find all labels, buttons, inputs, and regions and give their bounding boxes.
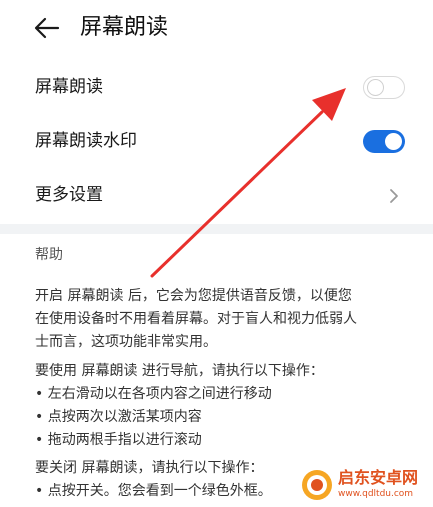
help-text-line: 士而言，这项功能非常实用。 <box>35 334 217 350</box>
chevron-right-icon <box>390 189 398 203</box>
back-arrow-icon[interactable] <box>34 16 60 40</box>
screen-reader-toggle[interactable] <box>363 76 405 99</box>
help-text-line: • 拖动两根手指以进行滚动 <box>35 432 202 448</box>
screen-reader-watermark-toggle[interactable] <box>363 130 405 153</box>
help-text-line: 要使用 屏幕朗读 进行导航，请执行以下操作： <box>35 363 324 379</box>
screen-reader-label: 屏幕朗读 <box>35 77 103 97</box>
more-settings-row[interactable]: 更多设置 <box>0 168 433 222</box>
site-watermark-logo: 启东安卓网 www.qdltdu.com <box>300 466 428 504</box>
screen-reader-row[interactable]: 屏幕朗读 <box>0 60 433 114</box>
screen-reader-watermark-row[interactable]: 屏幕朗读水印 <box>0 114 433 168</box>
help-intro-paragraph: 开启 屏幕朗读 后，它会为您提供语音反馈，以便您 在使用设备时不用看着屏幕。对于… <box>35 285 415 354</box>
help-heading: 帮助 <box>35 247 63 263</box>
help-text-line: • 左右滑动以在各项内容之间进行移动 <box>35 386 272 402</box>
toggle-knob <box>385 133 402 150</box>
help-navigation-paragraph: 要使用 屏幕朗读 进行导航，请执行以下操作： • 左右滑动以在各项内容之间进行移… <box>35 360 415 452</box>
app-header: 屏幕朗读 <box>0 0 433 58</box>
help-text-line: 在使用设备时不用看着屏幕。对于盲人和视力低弱人 <box>35 311 357 327</box>
section-divider <box>0 224 433 234</box>
help-text-line: • 点按两次以激活某项内容 <box>35 409 202 425</box>
page-title: 屏幕朗读 <box>80 15 169 40</box>
more-settings-label: 更多设置 <box>35 185 103 205</box>
watermark-logo-icon <box>302 470 332 500</box>
toggle-knob <box>367 79 384 96</box>
screen-reader-watermark-label: 屏幕朗读水印 <box>35 131 137 151</box>
watermark-site-name: 启东安卓网 <box>338 468 419 487</box>
help-text-line: 开启 屏幕朗读 后，它会为您提供语音反馈，以便您 <box>35 288 352 304</box>
watermark-site-url: www.qdltdu.com <box>338 489 414 499</box>
